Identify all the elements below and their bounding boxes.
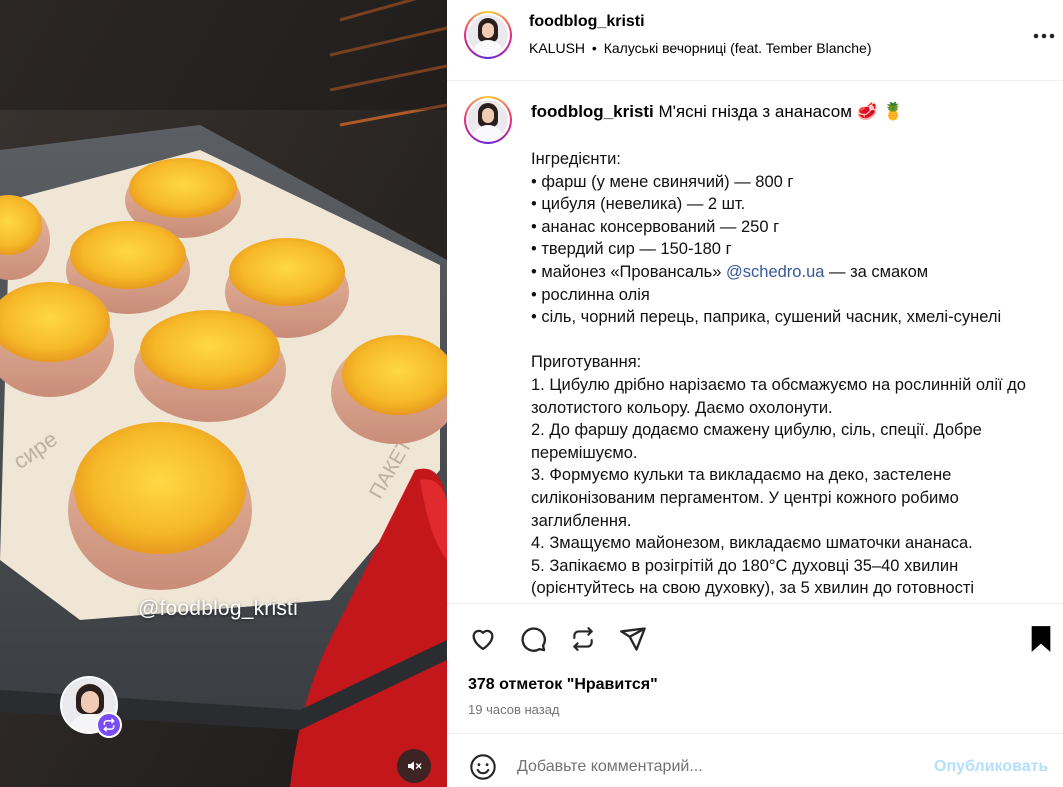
ingredient-item-mayo: • майонез «Провансаль» @schedro.ua — за … [531,261,1043,284]
ingredient-item: • фарш (у мене свинячий) — 800 г [531,172,794,191]
emoji-icon [470,754,496,780]
repost-icon [573,627,593,651]
sound-off-icon [408,761,422,771]
post-media[interactable]: сире оцінку ПАКЕТ [0,0,447,787]
ingredient-item: • твердий сир — 150-180 г [531,240,732,259]
method-heading: Приготування: [531,353,642,372]
author-username[interactable]: foodblog_kristi [529,13,645,31]
method-step: 4. Змащуємо майонезом, викладаємо шматоч… [531,534,973,553]
ingredient-item: • цибуля (невелика) — 2 шт. [531,195,746,214]
repost-button[interactable] [567,623,599,655]
like-button[interactable] [467,623,499,655]
share-button[interactable] [617,623,649,655]
mute-button[interactable] [397,749,431,783]
comment-bar: Опубликовать [447,733,1063,787]
comment-input[interactable] [517,754,897,780]
audio-separator: • [591,40,597,56]
caption-username[interactable]: foodblog_kristi [531,102,654,121]
ingredients-heading: Інгредієнти: [531,150,621,168]
method-step: 1. Цибулю дрібно нарізаємо та обсмажуємо… [531,375,1026,417]
more-options-icon [1033,33,1055,39]
caption-title: М'ясні гнізда з ананасом 🥩 🍍 [658,102,904,121]
share-icon [620,627,646,651]
method-step: 2. До фаршу додаємо смажену цибулю, сіль… [531,421,982,462]
author-avatar[interactable] [464,11,512,59]
save-button[interactable] [1025,623,1057,655]
repost-badge-icon [96,712,122,738]
post-actions: 378 отметок "Нравится" 19 часов назад [447,603,1063,733]
post-comment-button[interactable]: Опубликовать [934,758,1048,776]
food-photo: сире оцінку ПАКЕТ [0,0,447,787]
ingredient-item: • ананас консервований — 250 г [531,217,780,236]
comment-icon [521,627,546,652]
caption-title-line: foodblog_kristi М'ясні гнізда з ананасом… [531,100,904,124]
more-options-button[interactable] [1032,24,1056,48]
post-header: foodblog_kristi KALUSH • Калуські вечорн… [447,0,1063,81]
ingredient-item: • рослинна олія [531,285,650,304]
ingredient-item: • сіль, чорний перець, паприка, сушений … [531,308,1002,327]
comment-button[interactable] [517,623,549,655]
emoji-button[interactable] [467,751,499,783]
bookmark-icon [1031,626,1051,652]
method-step: 3. Формуємо кульки та викладаємо на деко… [531,466,959,530]
method-step: 5. Запікаємо в розігрітій до 180°C духов… [531,556,975,598]
likes-count[interactable]: 378 отметок "Нравится" [468,676,658,694]
audio-track[interactable]: Калуські вечорниці (feat. Tember Blanche… [604,40,872,56]
audio-artist[interactable]: KALUSH [529,40,585,56]
mayo-text: • майонез «Провансаль» [531,262,727,281]
brand-mention-link[interactable]: @schedro.ua [726,263,824,281]
caption-author-avatar[interactable] [464,96,512,144]
mayo-suffix: — за смаком [824,262,929,281]
audio-info[interactable]: KALUSH • Калуські вечорниці (feat. Tembe… [529,40,872,56]
caption-area: foodblog_kristi М'ясні гнізда з ананасом… [447,81,1063,603]
post-timestamp[interactable]: 19 часов назад [468,702,560,717]
video-watermark: @foodblog_kristi [138,597,298,620]
caption-body: Інгредієнти: • фарш (у мене свинячий) — … [531,148,1043,600]
heart-icon [472,629,494,651]
post-details-panel: foodblog_kristi KALUSH • Калуські вечорн… [447,0,1063,787]
